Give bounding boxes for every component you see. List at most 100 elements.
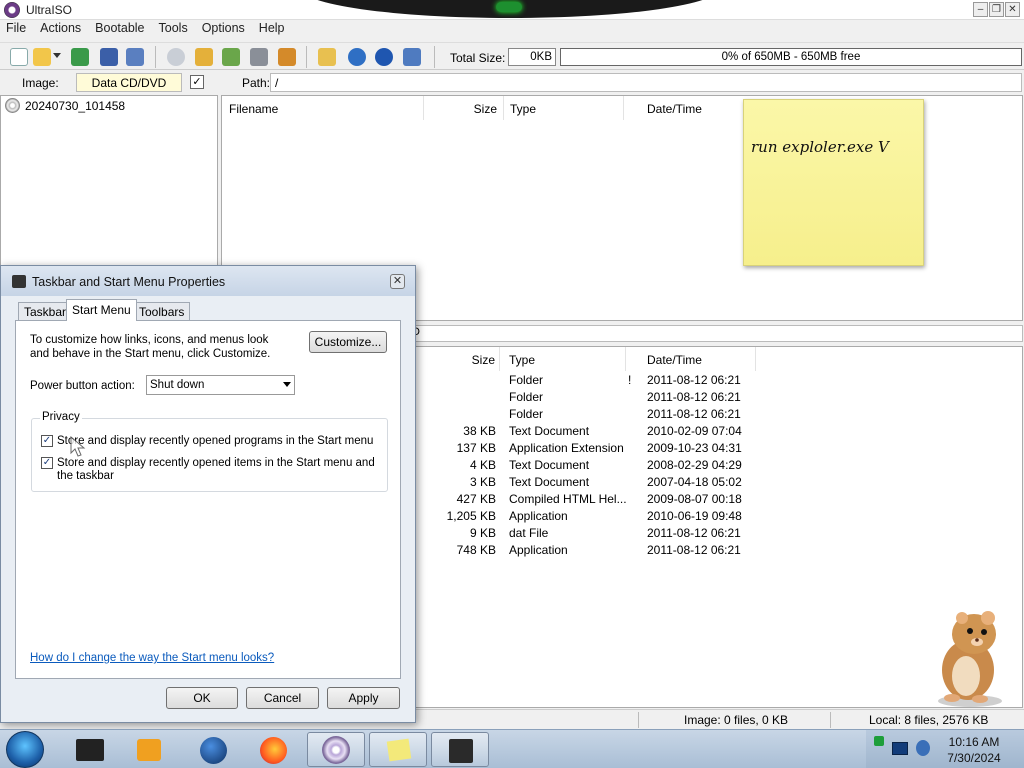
path-field[interactable]: / xyxy=(270,73,1022,92)
tab-taskbar[interactable]: Taskbar xyxy=(18,302,73,320)
file-date: 2011-08-12 06:21 xyxy=(647,407,741,421)
column-datetime[interactable]: Date/Time xyxy=(642,96,752,120)
screen-notch-decoration xyxy=(300,0,720,18)
taskbar-app-media[interactable] xyxy=(121,732,179,767)
menu-bar: File Actions Bootable Tools Options Help xyxy=(0,20,1024,39)
minimize-button[interactable]: – xyxy=(973,2,988,17)
column-size[interactable]: Size xyxy=(424,96,504,120)
ok-button[interactable]: OK xyxy=(166,687,238,709)
tree-node-root[interactable]: 20240730_101458 xyxy=(5,98,125,113)
taskbar-app-taskbar-props[interactable] xyxy=(431,732,489,767)
power-button-select[interactable]: Shut down xyxy=(146,375,295,395)
volume-icon[interactable] xyxy=(916,740,930,756)
sticky-note[interactable]: run exploler.exe V xyxy=(743,99,924,266)
menu-actions[interactable]: Actions xyxy=(34,20,89,39)
properties-icon[interactable] xyxy=(318,48,336,66)
start-button[interactable] xyxy=(6,731,44,768)
sticky-note-text: run exploler.exe V xyxy=(751,138,889,156)
column-type[interactable]: Type xyxy=(504,347,626,371)
cancel-button[interactable]: Cancel xyxy=(246,687,319,709)
burn-icon[interactable] xyxy=(250,48,268,66)
taskbar-app-ultraiso[interactable] xyxy=(307,732,365,767)
help-icon[interactable] xyxy=(375,48,393,66)
window-title: UltraISO xyxy=(26,3,73,17)
open-dropdown-icon[interactable] xyxy=(53,53,61,59)
column-type[interactable]: Type xyxy=(504,96,624,120)
file-type: Text Document xyxy=(509,458,590,472)
file-size: 3 KB xyxy=(469,475,496,489)
taskbar-clock[interactable]: 10:16 AM 7/30/2024 xyxy=(944,734,1004,766)
info-icon[interactable] xyxy=(348,48,366,66)
menu-bootable[interactable]: Bootable xyxy=(89,20,152,39)
recent-programs-checkbox[interactable]: ✓ xyxy=(41,435,53,447)
apply-button[interactable]: Apply xyxy=(327,687,400,709)
taskbar-settings-icon xyxy=(449,739,473,763)
start-menu-help-link[interactable]: How do I change the way the Start menu l… xyxy=(30,652,274,664)
network-icon[interactable] xyxy=(892,742,908,755)
file-type: Text Document xyxy=(509,424,590,438)
disc-icon[interactable] xyxy=(167,48,185,66)
recent-items-label: Store and display recently opened items … xyxy=(57,457,375,482)
tab-toolbars[interactable]: Toolbars xyxy=(133,302,191,320)
title-bar: UltraISO – ❐ ✕ xyxy=(0,0,1024,20)
file-type: Folder xyxy=(509,390,544,404)
column-datetime[interactable]: Date/Time xyxy=(642,347,756,371)
mount-icon[interactable] xyxy=(195,48,213,66)
terminal-icon xyxy=(76,739,104,761)
file-type: Text Document xyxy=(509,475,590,489)
toolbar-separator xyxy=(155,46,156,68)
file-date: 2011-08-12 06:21 xyxy=(647,390,741,404)
image-label: Image: xyxy=(22,76,59,90)
menu-tools[interactable]: Tools xyxy=(153,20,196,39)
restore-button[interactable]: ❐ xyxy=(989,2,1004,17)
tab-start-menu[interactable]: Start Menu xyxy=(66,299,137,321)
customize-button[interactable]: Customize... xyxy=(309,331,387,353)
close-button[interactable]: ✕ xyxy=(1005,2,1020,17)
file-date: 2011-08-12 06:21 xyxy=(647,526,741,540)
total-size-value: 0KB xyxy=(508,48,556,66)
file-date: 2011-08-12 06:21 xyxy=(647,543,741,557)
file-size: 4 KB xyxy=(469,458,496,472)
taskbar-app-terminal[interactable] xyxy=(60,732,118,767)
new-icon[interactable] xyxy=(10,48,28,66)
chevron-down-icon xyxy=(283,382,291,387)
extract-icon[interactable] xyxy=(71,48,89,66)
file-date: 2009-08-07 00:18 xyxy=(647,492,742,506)
menu-help[interactable]: Help xyxy=(253,20,293,39)
save-as-icon[interactable] xyxy=(126,48,144,66)
taskbar-icon xyxy=(12,275,26,288)
file-size: 9 KB xyxy=(469,526,496,540)
file-type: Folder xyxy=(509,373,544,387)
file-flag: ! xyxy=(628,373,632,387)
start-menu-description: To customize how links, icons, and menus… xyxy=(30,334,271,360)
status-light xyxy=(496,2,522,12)
virtual-drive-icon[interactable] xyxy=(278,48,296,66)
toolbar: Total Size: 0KB 0% of 650MB - 650MB free xyxy=(0,42,1024,70)
tray-notify-icon[interactable] xyxy=(874,736,884,746)
recent-items-checkbox[interactable]: ✓ xyxy=(41,457,53,469)
exit-icon[interactable] xyxy=(403,48,421,66)
open-icon[interactable] xyxy=(33,48,51,66)
taskbar-app-sticky-notes[interactable] xyxy=(369,732,427,767)
column-size[interactable]: Size xyxy=(406,347,500,371)
image-type-dropdown[interactable]: Data CD/DVD xyxy=(76,73,182,92)
cd-icon xyxy=(5,98,20,113)
media-player-icon xyxy=(137,739,161,761)
mouse-cursor-icon xyxy=(70,436,86,457)
ultraiso-icon xyxy=(322,736,350,764)
dialog-close-button[interactable]: ✕ xyxy=(390,274,405,289)
save-icon[interactable] xyxy=(100,48,118,66)
file-type: Application xyxy=(509,509,568,523)
compress-icon[interactable] xyxy=(222,48,240,66)
taskbar-app-firefox[interactable] xyxy=(245,732,303,767)
file-date: 2008-02-29 04:29 xyxy=(647,458,742,472)
image-check-button[interactable]: ✓ xyxy=(190,75,204,89)
toolbar-separator xyxy=(434,46,435,68)
dialog-title-bar[interactable]: Taskbar and Start Menu Properties ✕ xyxy=(1,266,415,296)
column-filename[interactable]: Filename xyxy=(222,96,424,120)
power-button-value: Shut down xyxy=(150,379,205,391)
status-local-info: Local: 8 files, 2576 KB xyxy=(869,713,989,727)
taskbar-app-globe[interactable] xyxy=(184,732,242,767)
menu-file[interactable]: File xyxy=(0,20,34,39)
menu-options[interactable]: Options xyxy=(196,20,253,39)
